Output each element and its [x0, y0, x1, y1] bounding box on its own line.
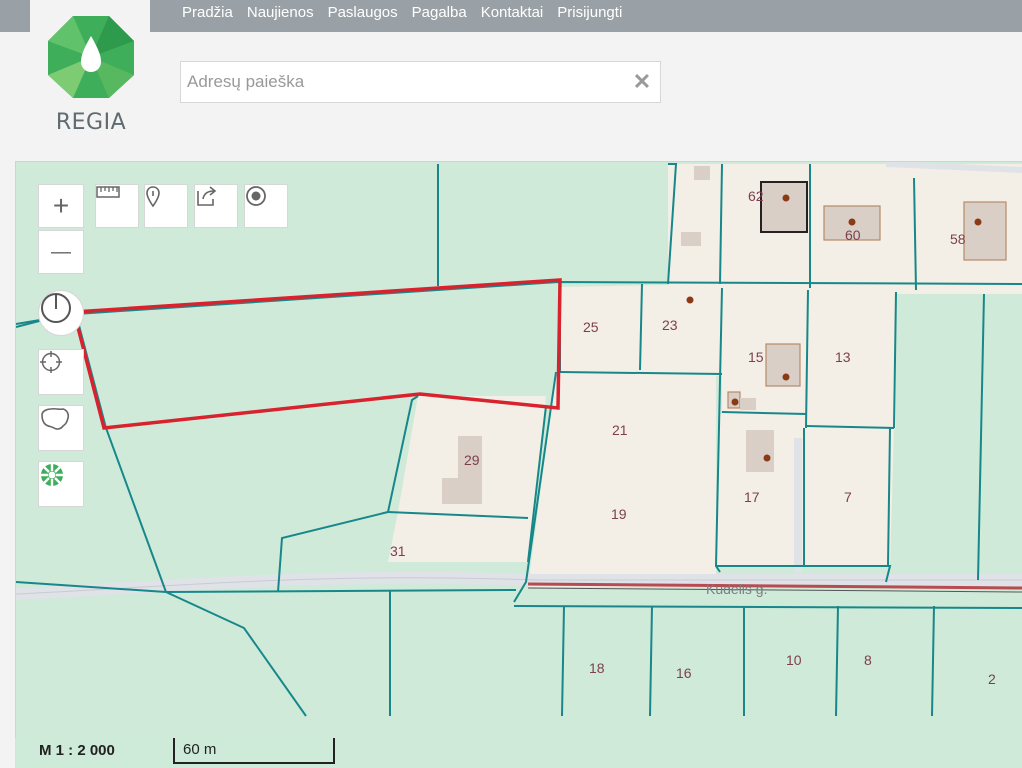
- parcel-label: 10: [786, 652, 802, 668]
- parcel-label: 8: [864, 652, 872, 668]
- crosshair-icon: [40, 351, 62, 373]
- parcel-label: 19: [611, 506, 627, 522]
- scale-ruler: 60 m: [173, 738, 335, 764]
- compass-icon: [41, 293, 71, 323]
- scale-ratio: M 1 : 2 000: [39, 742, 115, 759]
- clear-search-icon[interactable]: ✕: [632, 71, 652, 93]
- share-button[interactable]: [194, 184, 238, 228]
- parcel-label: 23: [662, 317, 678, 333]
- parcel-label: 58: [950, 231, 966, 247]
- parcel-label: 60: [845, 227, 861, 243]
- regia-layers-icon: [41, 464, 63, 486]
- address-search: ✕: [180, 61, 661, 103]
- plus-icon: +: [52, 190, 70, 221]
- logo-octagon-icon: [48, 16, 134, 98]
- layers-button[interactable]: [38, 461, 84, 507]
- parcel-label: 18: [589, 660, 605, 676]
- map-view[interactable]: 62 60 58 25 23 15 13 21 29 17 7 19 31 18…: [15, 161, 1022, 768]
- minus-icon: —: [51, 241, 71, 263]
- main-nav: Pradžia Naujienos Paslaugos Pagalba Kont…: [182, 4, 622, 21]
- nav-prisijungti[interactable]: Prisijungti: [557, 4, 622, 21]
- compass-button[interactable]: [38, 290, 84, 336]
- zoom-out-button[interactable]: —: [38, 230, 84, 274]
- parcel-label: 17: [744, 489, 760, 505]
- nav-kontaktai[interactable]: Kontaktai: [481, 4, 544, 21]
- pin-button[interactable]: [144, 184, 188, 228]
- ruler-icon: [96, 186, 120, 198]
- logo-text: REGIA: [55, 110, 127, 135]
- parcel-label: 13: [835, 349, 851, 365]
- parcel-label: 7: [844, 489, 852, 505]
- nav-pradzia[interactable]: Pradžia: [182, 4, 233, 21]
- share-icon: [197, 186, 217, 206]
- geolocate-button[interactable]: [38, 349, 84, 395]
- nav-paslaugos[interactable]: Paslaugos: [328, 4, 398, 21]
- nav-pagalba[interactable]: Pagalba: [412, 4, 467, 21]
- scale-bar: M 1 : 2 000 60 m: [15, 738, 335, 768]
- zoom-in-button[interactable]: +: [38, 184, 84, 228]
- target-icon: [246, 186, 266, 206]
- scale-distance: 60 m: [183, 741, 217, 758]
- parcel-label: 21: [612, 422, 628, 438]
- parcel-label: 29: [464, 452, 480, 468]
- parcel-label: 31: [390, 543, 406, 559]
- search-input[interactable]: [181, 62, 621, 102]
- parcel-fill-layer: [388, 164, 1022, 587]
- country-extent-button[interactable]: [38, 405, 84, 451]
- nav-naujienos[interactable]: Naujienos: [247, 4, 314, 21]
- measure-button[interactable]: [95, 184, 139, 228]
- parcel-label: 2: [988, 671, 996, 687]
- street-label: Kudelis g.: [706, 581, 767, 597]
- parcel-label: 25: [583, 319, 599, 335]
- lithuania-outline-icon: [41, 407, 70, 430]
- regia-logo[interactable]: REGIA: [48, 14, 134, 135]
- parcel-label: 16: [676, 665, 692, 681]
- parcel-label: 15: [748, 349, 764, 365]
- map-canvas[interactable]: 62 60 58 25 23 15 13 21 29 17 7 19 31 18…: [16, 162, 1022, 768]
- map-pin-icon: [146, 186, 160, 208]
- locate-target-button[interactable]: [244, 184, 288, 228]
- parcel-label: 62: [748, 188, 764, 204]
